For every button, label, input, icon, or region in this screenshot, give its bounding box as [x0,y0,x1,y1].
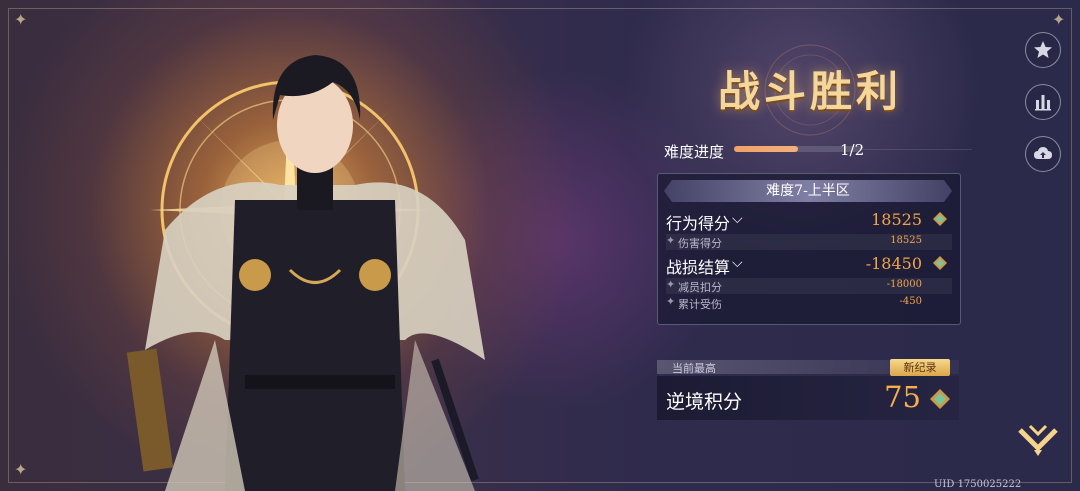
favorite-button[interactable] [1025,32,1061,68]
continue-button[interactable] [1016,420,1060,460]
statistics-button[interactable] [1025,84,1061,120]
score-gem-icon [930,389,950,409]
sparkle-icon: ✦ [666,278,676,291]
sparkle-icon: ✦ [666,295,676,308]
chevron-down-icon[interactable]: ⌵ [732,211,743,227]
new-record-badge: 新纪录 [890,359,950,376]
battle-loss-row[interactable]: 战损结算 ⌵ -18450 [666,252,952,277]
hurt-row: ✦ 累计受伤 -450 [666,295,952,311]
sparkle-icon: ✦ [666,234,676,247]
bar-chart-icon [1035,95,1051,111]
behavior-score-row[interactable]: 行为得分 ⌵ 18525 [666,208,952,233]
reduction-value: -18000 [886,279,922,290]
upload-button[interactable] [1025,136,1061,172]
panel-header: 难度7-上半区 [664,180,952,202]
damage-score-value: 18525 [890,235,922,246]
damage-score-label: 伤害得分 [678,237,722,250]
score-gem-icon [933,212,947,226]
corner-ornament: ✦ [14,10,28,29]
behavior-score-value: 18525 [871,210,922,229]
hero-character [126,55,485,491]
reduction-row: ✦ 减员扣分 -18000 [666,278,952,294]
adversity-score-label: 逆境积分 [666,391,743,413]
hurt-value: -450 [899,296,922,307]
adversity-score-value: 75 [884,380,921,414]
corner-ornament: ✦ [1052,10,1066,29]
behavior-score-label: 行为得分 [666,214,731,233]
score-main-row: 逆境积分 75 [657,376,959,420]
progress-value: 1/2 [840,141,865,159]
progress-label: 难度进度 [664,143,725,161]
battle-result-title: 战斗胜利 [717,67,902,116]
chevron-down-icon[interactable]: ⌵ [732,255,743,271]
difficulty-progress: 难度进度 1/2 [664,139,972,161]
corner-ornament: ✦ [14,460,28,479]
adversity-score-box: 当前最高 新纪录 逆境积分 75 [657,359,959,420]
reduction-label: 减员扣分 [678,281,722,294]
score-gem-icon [933,256,947,270]
user-id: UID 1750025222 [934,479,1022,490]
star-icon [1034,41,1052,58]
cloud-upload-icon [1034,147,1052,159]
battle-loss-label: 战损结算 [666,258,731,277]
hurt-label: 累计受伤 [678,298,722,311]
divider [862,149,972,150]
damage-score-row: ✦ 伤害得分 18525 [666,234,952,250]
progress-bar-fill [734,146,798,152]
battle-loss-value: -18450 [865,254,922,273]
current-best-label: 当前最高 [672,362,716,375]
score-breakdown-panel: 难度7-上半区 行为得分 ⌵ 18525 ✦ 伤害得分 18525 战损结算 ⌵… [657,173,961,325]
